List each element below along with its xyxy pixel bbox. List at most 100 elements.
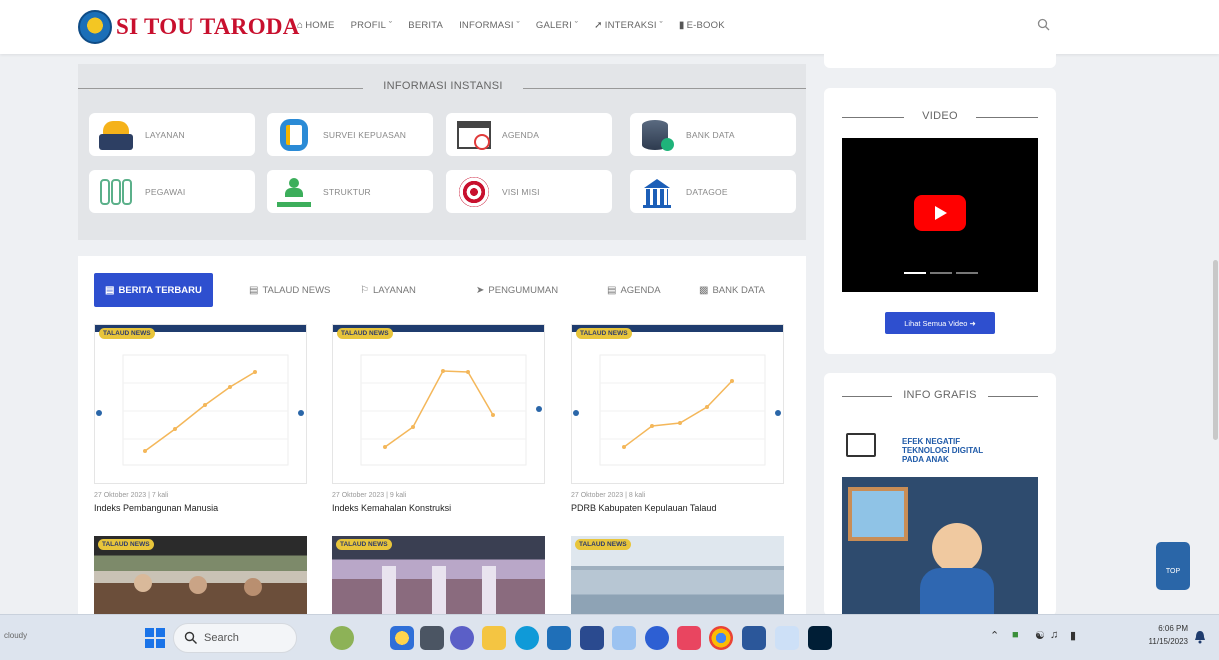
tile-struktur[interactable]: STRUKTUR	[267, 170, 433, 213]
news-card[interactable]: TALAUD NEWS 27 Oktober 2023 | 7 kali Ind…	[94, 324, 307, 513]
page-scrollbar[interactable]	[1213, 260, 1218, 440]
news-title[interactable]: PDRB Kabupaten Kepulauan Talaud	[571, 503, 784, 513]
news-thumbnail[interactable]: TALAUD NEWS	[332, 324, 545, 484]
system-clock[interactable]: 6:06 PM 11/15/2023	[1126, 622, 1188, 648]
news-thumbnail[interactable]: TALAUD NEWS	[94, 324, 307, 484]
notification-icon[interactable]	[1194, 630, 1206, 644]
store-icon[interactable]	[547, 626, 571, 650]
tile-pegawai[interactable]: PEGAWAI	[89, 170, 255, 213]
book-icon: ▮	[678, 20, 685, 31]
news-card[interactable]: TALAUD NEWS	[94, 536, 307, 614]
tile-agenda[interactable]: AGENDA	[446, 113, 612, 156]
battery-icon[interactable]: ▮	[1070, 629, 1076, 642]
tray-app-icon[interactable]: ■	[1012, 629, 1019, 641]
dropbox-icon[interactable]	[580, 626, 604, 650]
tile-label: SURVEI KEPUASAN	[323, 129, 407, 140]
play-icon[interactable]	[914, 195, 966, 231]
site-logo[interactable]: SI TOU TARODA	[78, 10, 300, 44]
chrome-icon[interactable]	[709, 626, 733, 650]
menu-interaksi[interactable]: ➚ INTERAKSI ˇ	[594, 20, 663, 31]
megaphone-icon: ➤	[476, 284, 485, 296]
photoshop-icon[interactable]	[808, 626, 832, 650]
menu-ebook[interactable]: ▮ E-BOOK	[679, 20, 725, 31]
chat-icon[interactable]	[450, 626, 474, 650]
zoom-icon[interactable]	[645, 626, 669, 650]
news-badge: TALAUD NEWS	[336, 539, 392, 550]
tab-talaud-news[interactable]: ▤ TALAUD NEWS	[249, 273, 330, 307]
chart-thumbnail	[573, 354, 781, 466]
widget-icon[interactable]	[330, 626, 354, 650]
file-explorer-icon[interactable]	[482, 626, 506, 650]
view-all-videos-button[interactable]: Lihat Semua Video ➜	[885, 312, 995, 334]
video-player[interactable]	[842, 138, 1038, 292]
tab-pengumuman[interactable]: ➤ PENGUMUMAN	[476, 273, 558, 307]
tab-label: PENGUMUMAN	[488, 284, 559, 296]
search-placeholder: Search	[204, 632, 239, 644]
poster-line: TEKNOLOGI DIGITAL	[902, 446, 984, 455]
windows-start-icon[interactable]	[145, 628, 165, 648]
menu-home[interactable]: ⌂ HOME	[297, 20, 335, 31]
home-icon: ⌂	[297, 20, 304, 31]
tab-label: AGENDA	[620, 284, 661, 296]
word-icon[interactable]	[742, 626, 766, 650]
database-icon	[638, 117, 676, 153]
chevron-down-icon: ˇ	[386, 20, 393, 31]
menu-profil[interactable]: PROFIL ˇ	[351, 20, 393, 31]
tab-layanan[interactable]: ⚐ LAYANAN	[360, 273, 416, 307]
tile-bank-data[interactable]: BANK DATA	[630, 113, 796, 156]
news-card[interactable]: TALAUD NEWS	[571, 536, 784, 614]
tile-label: PEGAWAI	[145, 186, 186, 197]
calendar-icon	[454, 117, 492, 153]
news-title[interactable]: Indeks Kemahalan Konstruksi	[332, 503, 545, 513]
tab-berita-terbaru[interactable]: ▤ BERITA TERBARU	[94, 273, 213, 307]
menu-label: E-BOOK	[686, 20, 725, 31]
tile-datagoe[interactable]: DATAGOE	[630, 170, 796, 213]
menu-informasi[interactable]: INFORMASI ˇ	[459, 20, 520, 31]
back-to-top-button[interactable]: TOP	[1156, 542, 1190, 590]
news-meta: 27 Oktober 2023 | 8 kali	[571, 492, 646, 499]
database-icon: ▩	[699, 284, 709, 296]
tile-survei-kepuasan[interactable]: SURVEI KEPUASAN	[267, 113, 433, 156]
app-icon[interactable]	[677, 626, 701, 650]
news-thumbnail[interactable]: TALAUD NEWS	[571, 324, 784, 484]
menu-berita[interactable]: BERITA	[408, 20, 443, 31]
app-icon[interactable]	[390, 626, 414, 650]
task-view-icon[interactable]	[420, 626, 444, 650]
news-card[interactable]: TALAUD NEWS	[332, 536, 545, 614]
taskbar-search[interactable]: Search	[173, 623, 297, 653]
edge-icon[interactable]	[515, 626, 539, 650]
logo-emblem-icon	[78, 10, 112, 44]
menu-label: BERITA	[408, 20, 444, 31]
carousel-indicators[interactable]	[904, 272, 978, 274]
chevron-down-icon: ˇ	[656, 20, 663, 31]
tab-label: BANK DATA	[712, 284, 765, 296]
news-photo[interactable]: TALAUD NEWS	[94, 536, 307, 614]
calculator-icon[interactable]	[612, 626, 636, 650]
tile-label: DATAGOE	[686, 186, 728, 197]
video-panel: VIDEO Lihat Semua Video ➜	[824, 88, 1056, 354]
info-grafis-panel: INFO GRAFIS EFEK NEGATIF TEKNOLOGI DIGIT…	[824, 373, 1056, 616]
menu-galeri[interactable]: GALERI ˇ	[536, 20, 578, 31]
tab-bank-data[interactable]: ▩ BANK DATA	[699, 273, 765, 307]
chevron-up-icon[interactable]: ⌃	[990, 629, 999, 642]
infographic-poster[interactable]: EFEK NEGATIF TEKNOLOGI DIGITAL PADA ANAK	[842, 423, 1038, 616]
wifi-icon[interactable]: ☯	[1035, 629, 1045, 642]
volume-icon[interactable]: ♫	[1050, 629, 1058, 641]
section-title: INFORMASI INSTANSI	[383, 80, 503, 92]
site-name: SI TOU TARODA	[116, 14, 300, 39]
weather-widget[interactable]: cloudy	[4, 631, 27, 640]
news-card[interactable]: TALAUD NEWS 27 Oktober 2023 | 9 kali Ind…	[332, 324, 545, 513]
news-photo[interactable]: TALAUD NEWS	[571, 536, 784, 614]
institution-icon	[638, 174, 676, 210]
info-instansi-panel: INFORMASI INSTANSI LAYANAN SURVEI KEPUAS…	[78, 64, 806, 240]
survey-icon	[275, 117, 313, 153]
tile-layanan[interactable]: LAYANAN	[89, 113, 255, 156]
tab-agenda[interactable]: ▤ AGENDA	[607, 273, 661, 307]
news-card[interactable]: TALAUD NEWS 27 Oktober 2023 | 8 kali PDR…	[571, 324, 784, 513]
app-icon[interactable]	[775, 626, 799, 650]
tile-visi-misi[interactable]: VISI MISI	[446, 170, 612, 213]
search-icon[interactable]	[1036, 17, 1052, 33]
news-title[interactable]: Indeks Pembangunan Manusia	[94, 503, 307, 513]
menu-label: INTERAKSI	[604, 20, 657, 31]
news-photo[interactable]: TALAUD NEWS	[332, 536, 545, 614]
